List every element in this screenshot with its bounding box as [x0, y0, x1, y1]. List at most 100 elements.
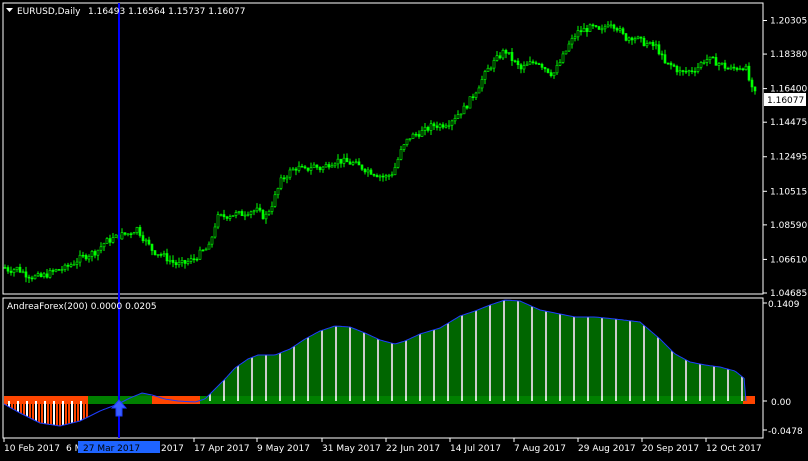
candle-body: [654, 44, 658, 47]
time-axis-label: 10 Feb 2017: [4, 444, 60, 454]
candle-body: [414, 133, 418, 136]
candle-body: [354, 161, 358, 164]
candle-body: [369, 169, 373, 175]
candle-body: [147, 239, 151, 245]
candle-body: [741, 68, 745, 71]
chart-canvas[interactable]: 1.203051.183801.164001.144751.124951.105…: [0, 0, 808, 458]
candle-body: [546, 68, 550, 73]
candle-body: [432, 123, 436, 127]
candle-body: [174, 262, 178, 266]
candle-body: [3, 267, 7, 269]
price-level-label: 1.12495: [770, 153, 807, 163]
candle-body: [267, 211, 271, 215]
candle-body: [225, 216, 229, 219]
candle-body: [513, 60, 517, 62]
price-level-label: 1.14475: [770, 118, 807, 128]
time-axis-label: 20 Sep 2017: [642, 444, 699, 454]
candle-body: [231, 215, 235, 217]
candle-body: [78, 254, 82, 263]
candle-body: [345, 157, 349, 163]
candle-body: [12, 269, 16, 273]
candle-body: [516, 60, 520, 66]
candle-body: [597, 26, 601, 30]
candle-body: [183, 260, 187, 264]
candle-body: [243, 214, 247, 217]
candle-body: [150, 243, 154, 251]
candle-body: [105, 238, 109, 244]
candle-body: [273, 194, 277, 207]
candle-body: [66, 264, 70, 267]
candle-body: [435, 125, 439, 128]
candle-body: [384, 175, 388, 178]
candle-body: [306, 167, 310, 171]
candle-body: [291, 168, 295, 171]
candle-body: [387, 174, 391, 177]
candle-body: [603, 26, 607, 30]
candle-body: [264, 213, 268, 220]
candle-body: [201, 249, 205, 252]
candle-body: [441, 124, 445, 128]
candle-body: [87, 256, 91, 260]
candle-body: [693, 71, 697, 73]
candle-body: [681, 70, 685, 72]
candle-body: [189, 258, 193, 262]
candle-body: [417, 134, 421, 137]
candle-body: [75, 261, 79, 265]
candle-body: [687, 70, 691, 73]
candle-body: [240, 211, 244, 217]
candle-body: [540, 63, 544, 68]
candle-body: [483, 71, 487, 80]
candle-body: [600, 28, 604, 31]
candle-body: [294, 168, 298, 171]
candle-body: [360, 164, 364, 170]
candle-body: [18, 266, 22, 273]
time-axis-label: 12 Oct 2017: [706, 444, 762, 454]
candle-body: [567, 43, 571, 52]
candle-body: [279, 177, 283, 189]
candle-body: [573, 36, 577, 39]
candle-body: [684, 70, 688, 73]
candle-body: [495, 55, 499, 61]
candle-body: [642, 37, 646, 47]
candle-body: [444, 125, 448, 128]
candle-body: [426, 126, 430, 131]
price-level-label: 1.18380: [770, 50, 807, 60]
candle-body: [186, 261, 190, 264]
candle-body: [21, 271, 25, 274]
candle-body: [492, 60, 496, 69]
candle-body: [633, 38, 637, 41]
candle-body: [108, 238, 112, 243]
candle-body: [651, 41, 655, 47]
candle-body: [471, 96, 475, 98]
candle-body: [327, 164, 331, 168]
trading-chart[interactable]: 1.20305 1.18380 1.16400 1.14475 1.12495 1.105…: [0, 0, 808, 458]
candle-body: [711, 56, 715, 59]
indicator-panel[interactable]: [2, 297, 764, 439]
candle-body: [423, 126, 427, 131]
candle-body: [42, 273, 46, 278]
candle-body: [336, 158, 340, 165]
indicator-level-bottom: -0.0478: [768, 427, 803, 437]
candle-body: [297, 165, 301, 171]
candle-body: [270, 206, 274, 212]
candle-body: [714, 57, 718, 66]
candle-body: [57, 269, 61, 271]
candle-body: [528, 61, 532, 65]
candle-body: [333, 163, 337, 167]
candle-body: [498, 55, 502, 59]
price-level-label: 1.06610: [770, 255, 807, 265]
candle-body: [132, 232, 136, 235]
candle-body: [51, 270, 55, 272]
candle-body: [477, 87, 481, 94]
candle-body: [420, 130, 424, 137]
candle-body: [525, 63, 529, 67]
chart-dropdown-icon[interactable]: [6, 8, 13, 12]
candle-body: [276, 188, 280, 196]
candle-body: [30, 277, 34, 280]
candle-body: [393, 167, 397, 176]
candle-body: [501, 50, 505, 59]
candle-body: [669, 62, 673, 66]
candle-body: [84, 254, 88, 260]
candle-body: [207, 243, 211, 250]
main-price-panel[interactable]: [2, 2, 764, 295]
